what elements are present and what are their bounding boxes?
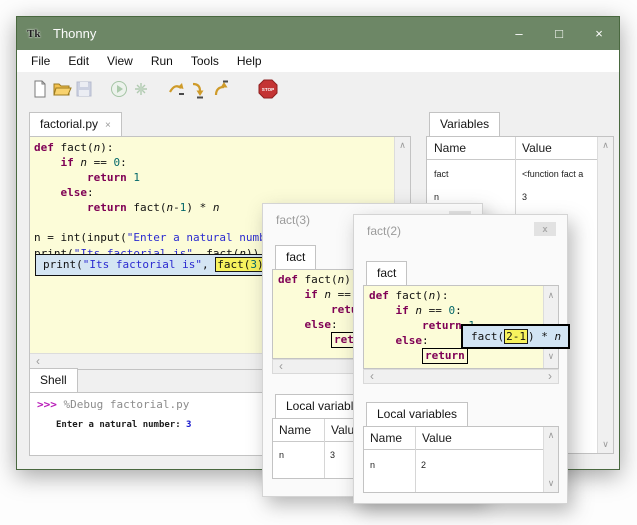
stop-button[interactable]: STOP <box>257 78 279 100</box>
variable-row-fact[interactable]: fact<function fact a <box>434 169 593 179</box>
fact2-locals-table: NameValue n2 ∧ ∨ <box>363 426 559 493</box>
scroll-left-icon[interactable]: ‹ <box>279 360 283 373</box>
variable-row-n[interactable]: n3 <box>434 192 593 202</box>
step-into-button[interactable] <box>187 78 209 100</box>
new-file-button[interactable] <box>29 78 51 100</box>
stop-icon: STOP <box>258 79 278 99</box>
tab-shell[interactable]: Shell <box>29 368 78 392</box>
open-folder-icon <box>52 79 72 99</box>
step-out-icon <box>210 79 230 99</box>
title-bar[interactable]: Tk Thonny – □ × <box>17 17 619 50</box>
step-out-button[interactable] <box>209 78 231 100</box>
scroll-down-icon[interactable]: ∨ <box>544 478 558 489</box>
shell-tab-label: Shell <box>40 373 67 387</box>
menu-help[interactable]: Help <box>228 52 271 70</box>
fact3-tab-label: fact <box>286 250 305 264</box>
scroll-down-icon[interactable]: ∨ <box>598 439 613 450</box>
fact2-locals-scrollbar[interactable]: ∧ ∨ <box>543 427 558 492</box>
svg-text:STOP: STOP <box>262 87 274 92</box>
fact2-local-variables-tab[interactable]: Local variables <box>366 402 468 426</box>
fact2-close-button[interactable]: x <box>534 222 556 236</box>
scroll-left-icon[interactable]: ‹ <box>370 370 374 383</box>
editor-tab-label: factorial.py <box>40 117 98 131</box>
window-title: Thonny <box>53 26 96 41</box>
evaluated-subexpression-highlight: 2-1 <box>504 329 528 344</box>
frame-window-fact2: fact(2) x fact def fact(n): if n == 0: r… <box>353 214 568 504</box>
scroll-left-icon[interactable]: ‹ <box>36 354 40 368</box>
app-logo-icon: Tk <box>27 26 44 42</box>
toolbar: STOP <box>17 72 619 106</box>
step-over-icon <box>166 79 186 99</box>
scroll-right-icon[interactable]: › <box>548 370 552 383</box>
scroll-up-icon[interactable]: ∧ <box>598 140 613 151</box>
column-divider[interactable] <box>324 419 325 478</box>
run-button[interactable] <box>108 78 130 100</box>
menu-file[interactable]: File <box>22 52 59 70</box>
evaluated-expression-tooltip: fact(2-1) * n <box>461 324 570 349</box>
maximize-button[interactable]: □ <box>539 17 579 50</box>
variables-scrollbar[interactable]: ∧ ∨ <box>597 137 613 453</box>
menu-run[interactable]: Run <box>142 52 182 70</box>
scroll-up-icon[interactable]: ∧ <box>544 289 558 304</box>
shell-user-input: 3 <box>186 420 191 430</box>
debug-icon <box>131 79 151 99</box>
save-icon <box>74 79 94 99</box>
fact2-locals-label: Local variables <box>377 407 457 421</box>
shell-prompt: >>> <box>37 398 64 411</box>
fact2-local-row-n[interactable]: n2 <box>370 460 540 470</box>
tab-variables[interactable]: Variables <box>429 112 500 136</box>
new-file-icon <box>30 79 50 99</box>
debug-button[interactable] <box>130 78 152 100</box>
tab-close-icon[interactable]: × <box>105 120 111 131</box>
fact2-tab-label: fact <box>377 266 396 280</box>
fact3-window-title: fact(3) <box>276 213 310 227</box>
variables-header: Name Value <box>427 137 613 160</box>
close-button[interactable]: × <box>579 17 619 50</box>
fact2-tab-fact[interactable]: fact <box>366 261 407 285</box>
shell-io-line: Enter a natural number: 3 <box>56 420 191 430</box>
step-over-button[interactable] <box>165 78 187 100</box>
variables-tab-label: Variables <box>440 117 489 131</box>
menu-edit[interactable]: Edit <box>59 52 98 70</box>
scroll-up-icon[interactable]: ∧ <box>544 430 558 441</box>
run-icon <box>109 79 129 99</box>
menu-bar: File Edit View Run Tools Help <box>17 50 619 72</box>
shell-command-line: >>> %Debug factorial.py <box>37 398 189 411</box>
menu-tools[interactable]: Tools <box>182 52 228 70</box>
step-into-icon <box>188 79 208 99</box>
debug-focus-statement: print("Its factorial is", fact(3)) <box>35 254 279 276</box>
shell-command: %Debug factorial.py <box>64 398 190 411</box>
minimize-button[interactable]: – <box>499 17 539 50</box>
tab-factorial-py[interactable]: factorial.py × <box>29 112 122 136</box>
open-file-button[interactable] <box>51 78 73 100</box>
evaluated-expression-highlight: fact(3) <box>215 257 265 272</box>
fact3-tab-fact[interactable]: fact <box>275 245 316 269</box>
menu-view[interactable]: View <box>98 52 142 70</box>
fact2-window-title: fact(2) <box>367 224 401 238</box>
scroll-down-icon[interactable]: ∨ <box>544 350 558 365</box>
fact2-horizontal-scrollbar[interactable]: ‹› <box>363 369 559 384</box>
save-file-button[interactable] <box>73 78 95 100</box>
scroll-up-icon[interactable]: ∧ <box>395 140 410 151</box>
